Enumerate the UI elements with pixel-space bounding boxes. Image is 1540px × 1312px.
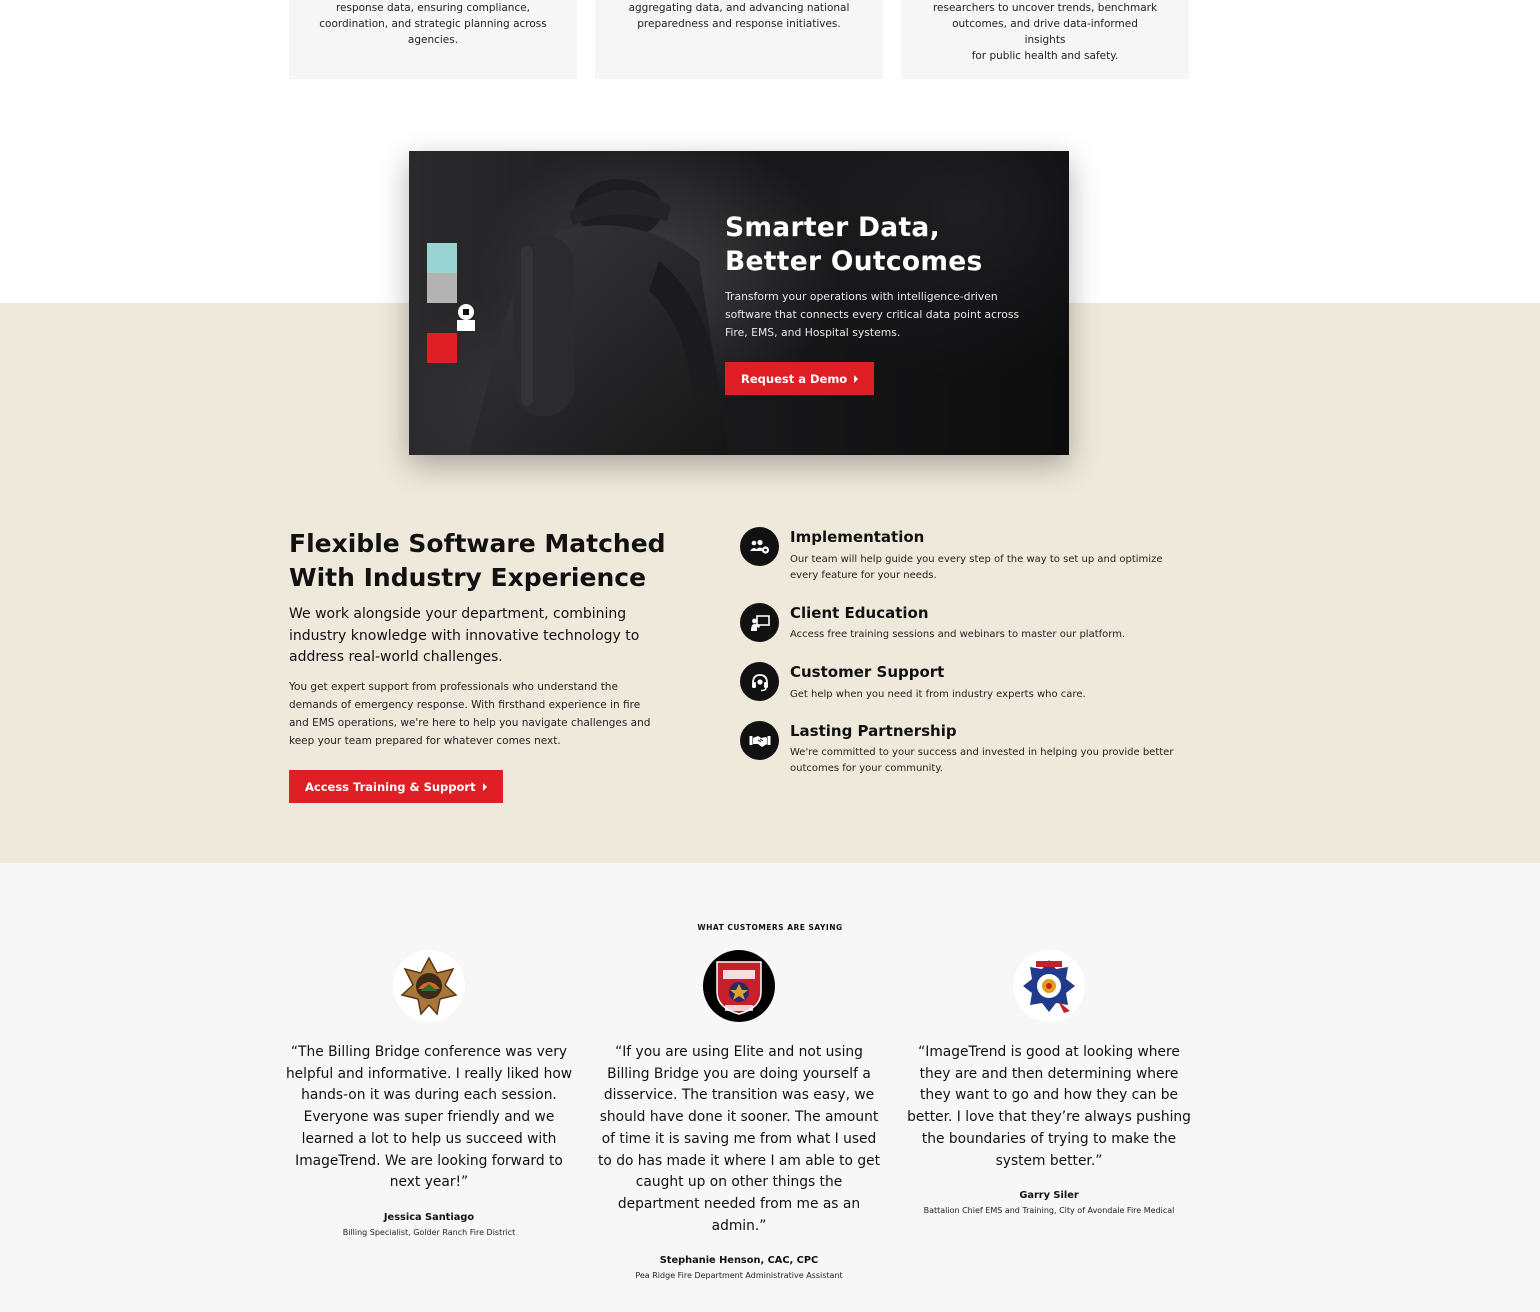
feature-title: Customer Support [790, 663, 945, 681]
gray-block [427, 273, 457, 303]
flexible-section-title: Flexible Software Matched With Industry … [289, 529, 666, 592]
testimonial-author: Garry Siler [1019, 1190, 1079, 1202]
testimonial-card: “If you are using Elite and not using Bi… [594, 950, 884, 1280]
info-card-1: response data, ensuring compliance, coor… [289, 0, 577, 79]
access-training-button[interactable]: Access Training & Support [289, 770, 503, 803]
headset-icon [740, 662, 779, 701]
testimonial-quote: “If you are using Elite and not using Bi… [597, 1044, 881, 1234]
brand-blocks [427, 243, 477, 363]
golder-ranch-badge-icon [393, 950, 465, 1022]
feature-client-education: Client Education Access free training se… [740, 603, 1180, 643]
testimonial-card: “The Billing Bridge conference was very … [284, 950, 574, 1237]
testimonial-author: Jessica Santiago [383, 1211, 475, 1223]
testimonial-author-role: Pea Ridge Fire Department Administrative… [635, 1271, 843, 1281]
hero-title: Smarter Data, Better Outcomes [725, 212, 983, 277]
white-block-icon [457, 304, 475, 331]
feature-customer-support: Customer Support Get help when you need … [740, 662, 1180, 702]
info-card-text: aggregating data, and advancing national… [628, 2, 850, 30]
feature-description: Our team will help guide you every step … [790, 554, 1163, 581]
caret-right-icon [854, 374, 859, 383]
demo-hero-card: Smarter Data, Better Outcomes Transform … [409, 151, 1069, 455]
presentation-icon [740, 603, 779, 642]
hero-description: Transform your operations with intellige… [725, 290, 1020, 339]
request-demo-button[interactable]: Request a Demo [725, 362, 875, 395]
info-card-text: researchers to uncover trends, benchmark… [932, 2, 1158, 62]
testimonial-author: Stephanie Henson, CAC, CPC [659, 1255, 819, 1267]
flexible-section-lead: We work alongside your department, combi… [289, 606, 640, 665]
feature-description: We're committed to your success and inve… [790, 747, 1174, 774]
testimonial-author-role: Billing Specialist, Golder Ranch Fire Di… [342, 1227, 516, 1237]
testimonial-author-role: Battalion Chief EMS and Training, City o… [923, 1206, 1175, 1216]
top-cards-row: response data, ensuring compliance, coor… [289, 0, 1189, 79]
feature-implementation: Implementation Our team will help guide … [740, 527, 1180, 587]
testimonials-eyebrow: WHAT CUSTOMERS ARE SAYING [697, 923, 843, 932]
feature-title: Lasting Partnership [790, 722, 957, 740]
feature-description: Access free training sessions and webina… [790, 629, 1126, 640]
caret-right-icon [482, 782, 487, 791]
pea-ridge-badge-icon [703, 950, 775, 1022]
team-gear-icon [740, 527, 779, 566]
avondale-badge-icon [1013, 950, 1085, 1022]
info-card-3: researchers to uncover trends, benchmark… [901, 0, 1189, 79]
feature-description: Get help when you need it from industry … [790, 689, 1086, 700]
testimonial-quote: “The Billing Bridge conference was very … [285, 1044, 573, 1191]
flexible-section-body: You get expert support from professional… [289, 681, 651, 747]
feature-title: Client Education [790, 604, 929, 622]
access-training-label: Access Training & Support [305, 779, 476, 794]
info-card-text: response data, ensuring compliance, coor… [319, 2, 547, 46]
handshake-icon [740, 721, 779, 760]
feature-lasting-partnership: Lasting Partnership We're committed to y… [740, 721, 1180, 781]
request-demo-label: Request a Demo [741, 371, 848, 386]
red-block [427, 333, 457, 363]
teal-block [427, 243, 457, 273]
info-card-2: aggregating data, and advancing national… [595, 0, 883, 79]
feature-title: Implementation [790, 528, 925, 546]
testimonial-card: “ImageTrend is good at looking where the… [904, 950, 1194, 1215]
testimonial-quote: “ImageTrend is good at looking where the… [907, 1044, 1191, 1169]
